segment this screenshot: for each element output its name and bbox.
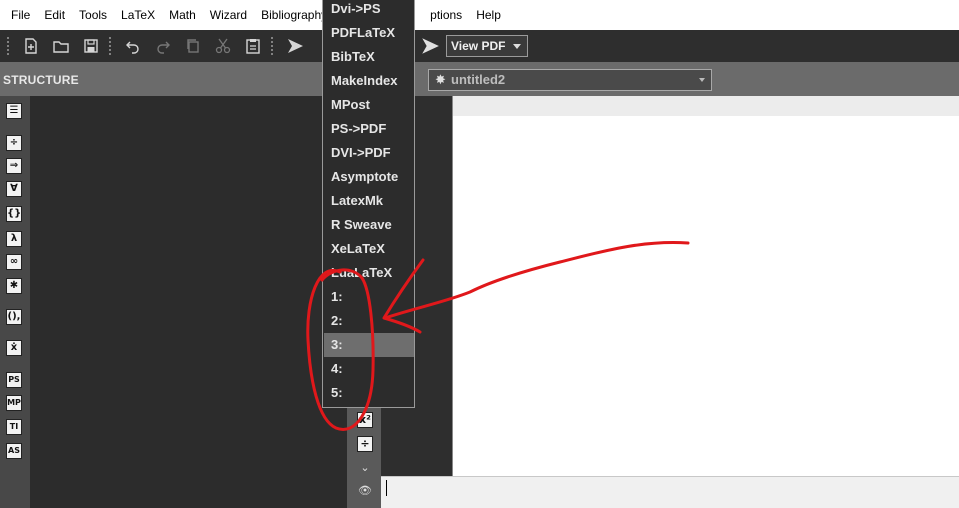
open-folder-icon[interactable] [50, 35, 72, 57]
relations-arrow-icon[interactable]: ⇒ [6, 158, 22, 174]
structure-panel[interactable] [30, 96, 347, 508]
menu-item-pdflatex[interactable]: PDFLaTeX [324, 21, 414, 45]
modified-star-icon: ✸ [435, 72, 446, 87]
operators-icon[interactable]: ÷ [6, 135, 22, 151]
menu-item-user-2[interactable]: 2: [324, 309, 414, 333]
editor-area[interactable] [452, 96, 959, 476]
menu-item-user-3[interactable]: 3: [324, 333, 414, 357]
toolbar-grip[interactable] [108, 36, 112, 56]
editor-top-strip [452, 96, 959, 116]
eye-icon[interactable]: 👁 [357, 483, 373, 499]
structure-list-icon[interactable]: ☰ [6, 103, 22, 119]
accent-icon[interactable]: ẋ [6, 340, 22, 356]
compile-arrow-icon[interactable] [284, 35, 306, 57]
menu-item-user-1[interactable]: 1: [324, 285, 414, 309]
new-file-icon[interactable] [20, 35, 42, 57]
chevron-down-icon [513, 44, 522, 49]
tikz-label: TI [9, 422, 19, 431]
menu-item-dvi-ps[interactable]: Dvi->PS [324, 0, 414, 21]
chevron-down-icon [699, 78, 705, 82]
paste-icon[interactable] [242, 35, 264, 57]
forall-icon[interactable]: ∀ [6, 181, 22, 197]
menu-item-latexmk[interactable]: LatexMk [324, 189, 414, 213]
view-pdf-label: View PDF [451, 39, 506, 53]
menu-item-user-4[interactable]: 4: [324, 357, 414, 381]
document-name: untitled2 [451, 72, 506, 87]
divide-icon[interactable]: ÷ [357, 436, 373, 452]
menu-latex[interactable]: LaTeX [114, 0, 162, 30]
menu-help[interactable]: Help [469, 0, 508, 30]
tikz-button[interactable]: TI [6, 419, 22, 435]
menu-file[interactable]: File [4, 0, 37, 30]
menu-math[interactable]: Math [162, 0, 203, 30]
menu-item-dvi-pdf[interactable]: DVI->PDF [324, 141, 414, 165]
toolbar-grip[interactable] [270, 36, 274, 56]
asymptote-label: AS [8, 446, 20, 455]
toolbar-grip[interactable] [6, 36, 10, 56]
save-icon[interactable] [80, 35, 102, 57]
menu-item-ps-pdf[interactable]: PS->PDF [324, 117, 414, 141]
metapost-button[interactable]: MP [6, 395, 22, 411]
text-cursor [386, 480, 387, 496]
metapost-label: MP [7, 398, 21, 407]
menu-item-makeindex[interactable]: MakeIndex [324, 69, 414, 93]
pstricks-button[interactable]: PS [6, 372, 22, 388]
view-pdf-select[interactable]: View PDF [446, 35, 529, 57]
cut-icon[interactable] [212, 35, 234, 57]
view-group: View PDF [420, 35, 529, 57]
lambda-icon[interactable]: λ [6, 231, 22, 247]
editor-divider [452, 96, 453, 476]
asymptote-button[interactable]: AS [6, 443, 22, 459]
undo-icon[interactable] [122, 35, 144, 57]
menu-edit[interactable]: Edit [37, 0, 72, 30]
infinity-icon[interactable]: ∞ [6, 254, 22, 270]
menu-item-user-5[interactable]: 5: [324, 381, 414, 405]
document-selector[interactable]: ✸ untitled2 [428, 69, 712, 91]
menu-tools[interactable]: Tools [72, 0, 114, 30]
double-chevron-down-icon[interactable]: ⌄ [357, 460, 373, 476]
menu-wizard[interactable]: Wizard [203, 0, 254, 30]
brackets-icon[interactable]: (), [6, 309, 22, 325]
menu-bar: File Edit Tools LaTeX Math Wizard Biblio… [0, 0, 959, 30]
menu-item-lualatex[interactable]: LuaLaTeX [324, 261, 414, 285]
menu-item-xelatex[interactable]: XeLaTeX [324, 237, 414, 261]
message-input-bar[interactable] [381, 476, 959, 508]
pstricks-label: PS [8, 375, 20, 384]
delimiters-icon[interactable]: {} [6, 206, 22, 222]
menu-item-r-sweave[interactable]: R Sweave [324, 213, 414, 237]
menu-item-bibtex[interactable]: BibTeX [324, 45, 414, 69]
menu-item-asymptote[interactable]: Asymptote [324, 165, 414, 189]
redo-icon[interactable] [152, 35, 174, 57]
compile-dropdown-menu: Dvi->PS PDFLaTeX BibTeX MakeIndex MPost … [322, 0, 415, 408]
math-fraction-icon[interactable]: x² [357, 412, 373, 428]
copy-icon[interactable] [182, 35, 204, 57]
structure-title: STRUCTURE [3, 73, 79, 87]
menu-options[interactable]: ptions [430, 0, 469, 30]
view-arrow-icon[interactable] [420, 36, 440, 56]
asterisk-icon[interactable]: ✱ [6, 278, 22, 294]
menu-item-mpost[interactable]: MPost [324, 93, 414, 117]
